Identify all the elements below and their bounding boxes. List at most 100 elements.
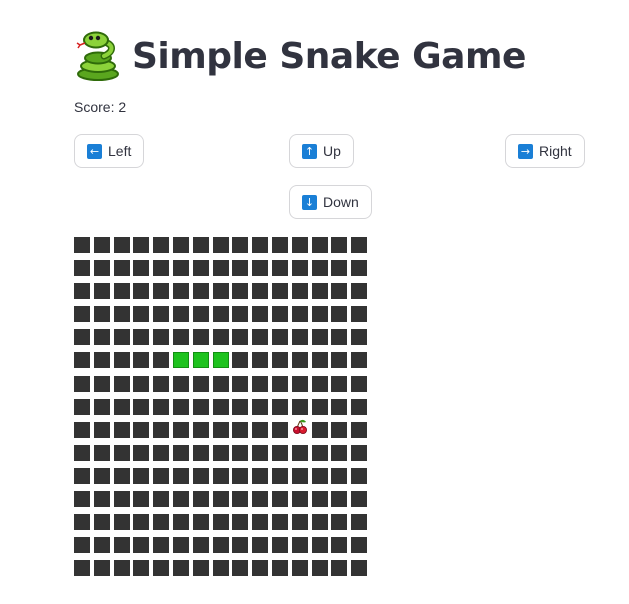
- left-button[interactable]: ← Left: [74, 134, 145, 168]
- board-cell: [192, 421, 209, 438]
- board-cell: [153, 514, 170, 531]
- board-cell: [232, 352, 249, 369]
- board-cell: [351, 283, 368, 300]
- board-cell: [311, 467, 328, 484]
- board-cell: [153, 260, 170, 277]
- board-cell: [212, 514, 229, 531]
- board-cell: [133, 237, 150, 253]
- board-cell: [74, 560, 90, 577]
- board-cell: [192, 329, 209, 346]
- snake-segment: [212, 352, 229, 369]
- board-cell: [113, 352, 130, 369]
- board-cell: [232, 491, 249, 508]
- board-cell: [153, 283, 170, 300]
- board-cell: [172, 421, 189, 438]
- board-cell: [113, 467, 130, 484]
- board-cell: [93, 444, 110, 461]
- board-cell: [113, 398, 130, 415]
- board-cell: [252, 421, 269, 438]
- board-cell: [172, 283, 189, 300]
- board-cell: [351, 329, 368, 346]
- board-cell: [113, 306, 130, 323]
- board-cell: [74, 444, 90, 461]
- board-cell: [113, 514, 130, 531]
- left-button-label: Left: [108, 143, 132, 159]
- board-cell: [133, 514, 150, 531]
- board-cell: [291, 375, 308, 392]
- board-cell: [74, 514, 90, 531]
- board-cell: [74, 329, 90, 346]
- board-cell: [291, 514, 308, 531]
- board-cell: [133, 467, 150, 484]
- board-cell: [291, 260, 308, 277]
- board-cell: [172, 537, 189, 554]
- board-cell: [212, 398, 229, 415]
- board-cell: [113, 421, 130, 438]
- board-cell: [311, 260, 328, 277]
- board-cell: [271, 514, 288, 531]
- board-cell: [133, 537, 150, 554]
- board-cell: [93, 491, 110, 508]
- board-cell: [172, 491, 189, 508]
- board-cell: [93, 260, 110, 277]
- board-cell: [232, 514, 249, 531]
- board-cell: [172, 375, 189, 392]
- board-cell: [192, 467, 209, 484]
- board-cell: [252, 560, 269, 577]
- board-cell: [172, 237, 189, 253]
- board-cell: [271, 444, 288, 461]
- board-cell: [192, 537, 209, 554]
- down-arrow-icon: ↓: [302, 194, 317, 210]
- right-button[interactable]: → Right: [505, 134, 585, 168]
- board-cell: [351, 491, 368, 508]
- board-cell: [232, 398, 249, 415]
- board-cell: [252, 237, 269, 253]
- board-cell: [133, 491, 150, 508]
- board-cell: [192, 560, 209, 577]
- board-cell: [291, 491, 308, 508]
- board-cell: [212, 444, 229, 461]
- board-cell: [74, 467, 90, 484]
- board-cell: [252, 537, 269, 554]
- board-cell: [93, 467, 110, 484]
- board-cell: [271, 398, 288, 415]
- board-cell: [192, 260, 209, 277]
- board-cell: [252, 444, 269, 461]
- snake-segment: [172, 352, 189, 369]
- board-cell: [291, 537, 308, 554]
- board-cell: [252, 467, 269, 484]
- up-button-label: Up: [323, 143, 341, 159]
- board-cell: [271, 560, 288, 577]
- board-cell: [232, 444, 249, 461]
- board-cell: [252, 398, 269, 415]
- down-button[interactable]: ↓ Down: [289, 185, 372, 219]
- board-cell: [113, 283, 130, 300]
- board-cell: [133, 352, 150, 369]
- board-cell: [74, 491, 90, 508]
- game-board: [74, 237, 368, 577]
- board-cell: [113, 375, 130, 392]
- food-cell: [291, 420, 308, 438]
- board-cell: [113, 560, 130, 577]
- board-cell: [93, 283, 110, 300]
- board-cell: [74, 306, 90, 323]
- board-cell: [311, 491, 328, 508]
- board-cell: [93, 306, 110, 323]
- board-cell: [331, 514, 348, 531]
- board-cell: [311, 306, 328, 323]
- board-cell: [232, 260, 249, 277]
- board-cell: [331, 306, 348, 323]
- board-cell: [212, 421, 229, 438]
- board-cell: [172, 560, 189, 577]
- board-cell: [311, 514, 328, 531]
- board-cell: [212, 329, 229, 346]
- board-cell: [311, 537, 328, 554]
- up-button[interactable]: ↑ Up: [289, 134, 354, 168]
- board-cell: [252, 491, 269, 508]
- board-cell: [291, 283, 308, 300]
- board-cell: [331, 467, 348, 484]
- board-cell: [212, 467, 229, 484]
- board-cell: [153, 306, 170, 323]
- board-cell: [271, 283, 288, 300]
- up-arrow-icon: ↑: [302, 143, 317, 159]
